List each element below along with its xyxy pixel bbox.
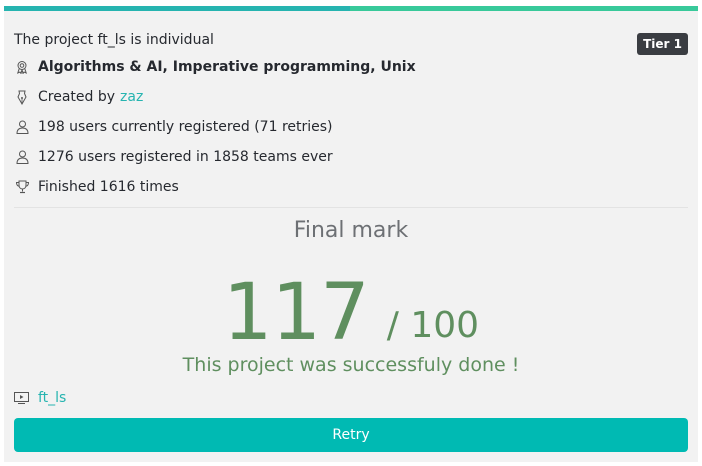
pen-nib-icon <box>14 89 30 105</box>
tier-badge: Tier 1 <box>637 33 688 55</box>
domains-text: Algorithms & AI, Imperative programming,… <box>38 59 416 75</box>
progress-bar-segment-right <box>350 6 698 11</box>
project-card: The project ft_ls is individual Tier 1 A… <box>4 6 698 462</box>
repository-link[interactable]: ft_ls <box>38 390 66 406</box>
progress-bar <box>4 6 698 11</box>
mark-max: / 100 <box>386 305 480 346</box>
mark-value: 117 <box>222 268 370 358</box>
medal-icon <box>14 59 30 75</box>
project-domains: Algorithms & AI, Imperative programming,… <box>14 57 416 77</box>
total-registrations-text: 1276 users registered in 1858 teams ever <box>38 149 333 165</box>
current-registrations: 198 users currently registered (71 retri… <box>14 117 333 137</box>
retry-button[interactable]: Retry <box>14 418 688 452</box>
final-mark: 117 / 100 <box>4 264 698 362</box>
final-mark-label: Final mark <box>293 218 409 243</box>
status-text: This project was successfuly done ! <box>182 354 520 376</box>
total-registrations: 1276 users registered in 1858 teams ever <box>14 147 333 167</box>
user-icon <box>14 119 30 135</box>
finished-text: Finished 1616 times <box>38 179 179 195</box>
project-title: The project ft_ls is individual <box>14 32 214 48</box>
current-registrations-text: 198 users currently registered (71 retri… <box>38 119 333 135</box>
created-by-label: Created by <box>38 89 116 105</box>
finished-count: Finished 1616 times <box>14 177 179 197</box>
project-creator: Created by zaz <box>14 87 143 107</box>
creator-link[interactable]: zaz <box>120 89 143 105</box>
trophy-icon <box>14 179 30 195</box>
progress-bar-segment-left <box>4 6 350 11</box>
screen-icon <box>14 390 30 406</box>
user-icon <box>14 149 30 165</box>
repository-row: ft_ls <box>14 388 66 408</box>
divider <box>14 207 688 208</box>
